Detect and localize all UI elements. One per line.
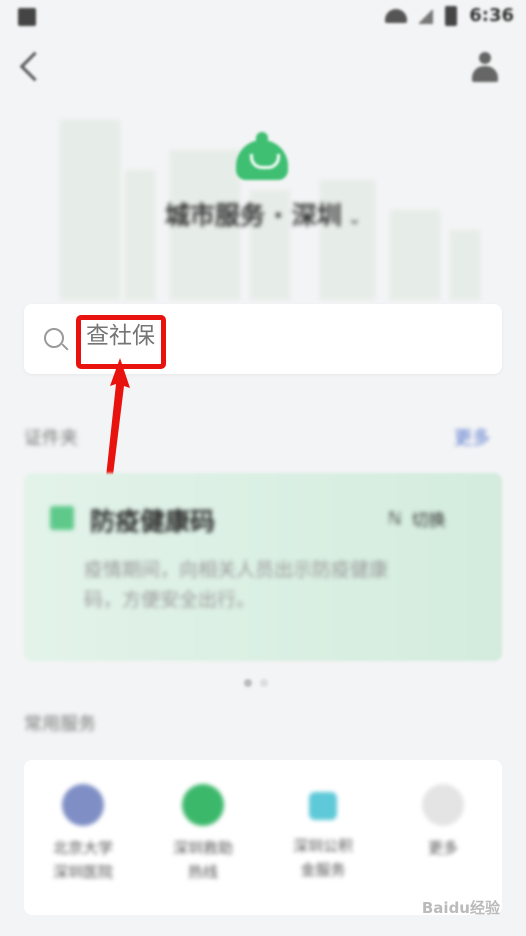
battery-icon [445, 5, 458, 26]
page-title: 城市服务 · 深圳 [164, 201, 342, 230]
service-label: 深圳救助 热线 [172, 839, 233, 881]
more-icon [422, 784, 464, 826]
carousel-dot [244, 679, 252, 687]
user-icon[interactable] [472, 52, 498, 82]
search-icon [44, 328, 64, 348]
chevron-down-icon: ⌄ [347, 209, 362, 228]
section-label-services: 常用服务 [24, 714, 96, 735]
card-description: 疫情期间，向相关人员出示防疫健康码，方便安全出行。 [84, 559, 389, 611]
service-item[interactable]: 深圳救助 热线 [148, 784, 258, 884]
back-icon[interactable] [19, 51, 50, 82]
service-item[interactable]: 深圳公积 金服务 [268, 784, 378, 882]
card-title: 防疫健康码 [90, 507, 216, 536]
service-label: 更多 [427, 839, 458, 857]
section-label-cards: 证件夹 [24, 428, 78, 449]
switch-icon: ℕ [388, 508, 402, 529]
city-service-logo-icon [236, 132, 288, 184]
fund-icon [309, 792, 337, 820]
city-selector[interactable]: 城市服务 · 深圳 ⌄ [0, 196, 526, 232]
service-label: 北京大学 深圳医院 [52, 839, 113, 881]
switch-button[interactable]: ℕ 切换 [388, 506, 446, 532]
services-panel: 北京大学 深圳医院 深圳救助 热线 深圳公积 金服务 更多 [24, 760, 502, 915]
switch-label: 切换 [411, 511, 446, 531]
watermark: Baidu经验 [421, 899, 500, 917]
carousel-dot [260, 679, 268, 687]
service-item[interactable]: 更多 [388, 784, 498, 860]
hotline-icon [182, 784, 224, 826]
health-code-icon [50, 506, 74, 530]
service-item[interactable]: 北京大学 深圳医院 [28, 784, 138, 884]
notification-icon [18, 8, 36, 26]
status-bar: 6:36 [0, 0, 526, 34]
hospital-icon [62, 784, 104, 826]
signal-icon [419, 7, 434, 24]
status-icons: 6:36 [385, 5, 514, 26]
wifi-icon [385, 8, 408, 23]
city-skyline-illustration [20, 90, 506, 300]
more-link[interactable]: 更多 [454, 424, 490, 450]
service-label: 深圳公积 金服务 [292, 837, 353, 879]
carousel-dots [244, 679, 268, 687]
status-time: 6:36 [469, 5, 514, 26]
